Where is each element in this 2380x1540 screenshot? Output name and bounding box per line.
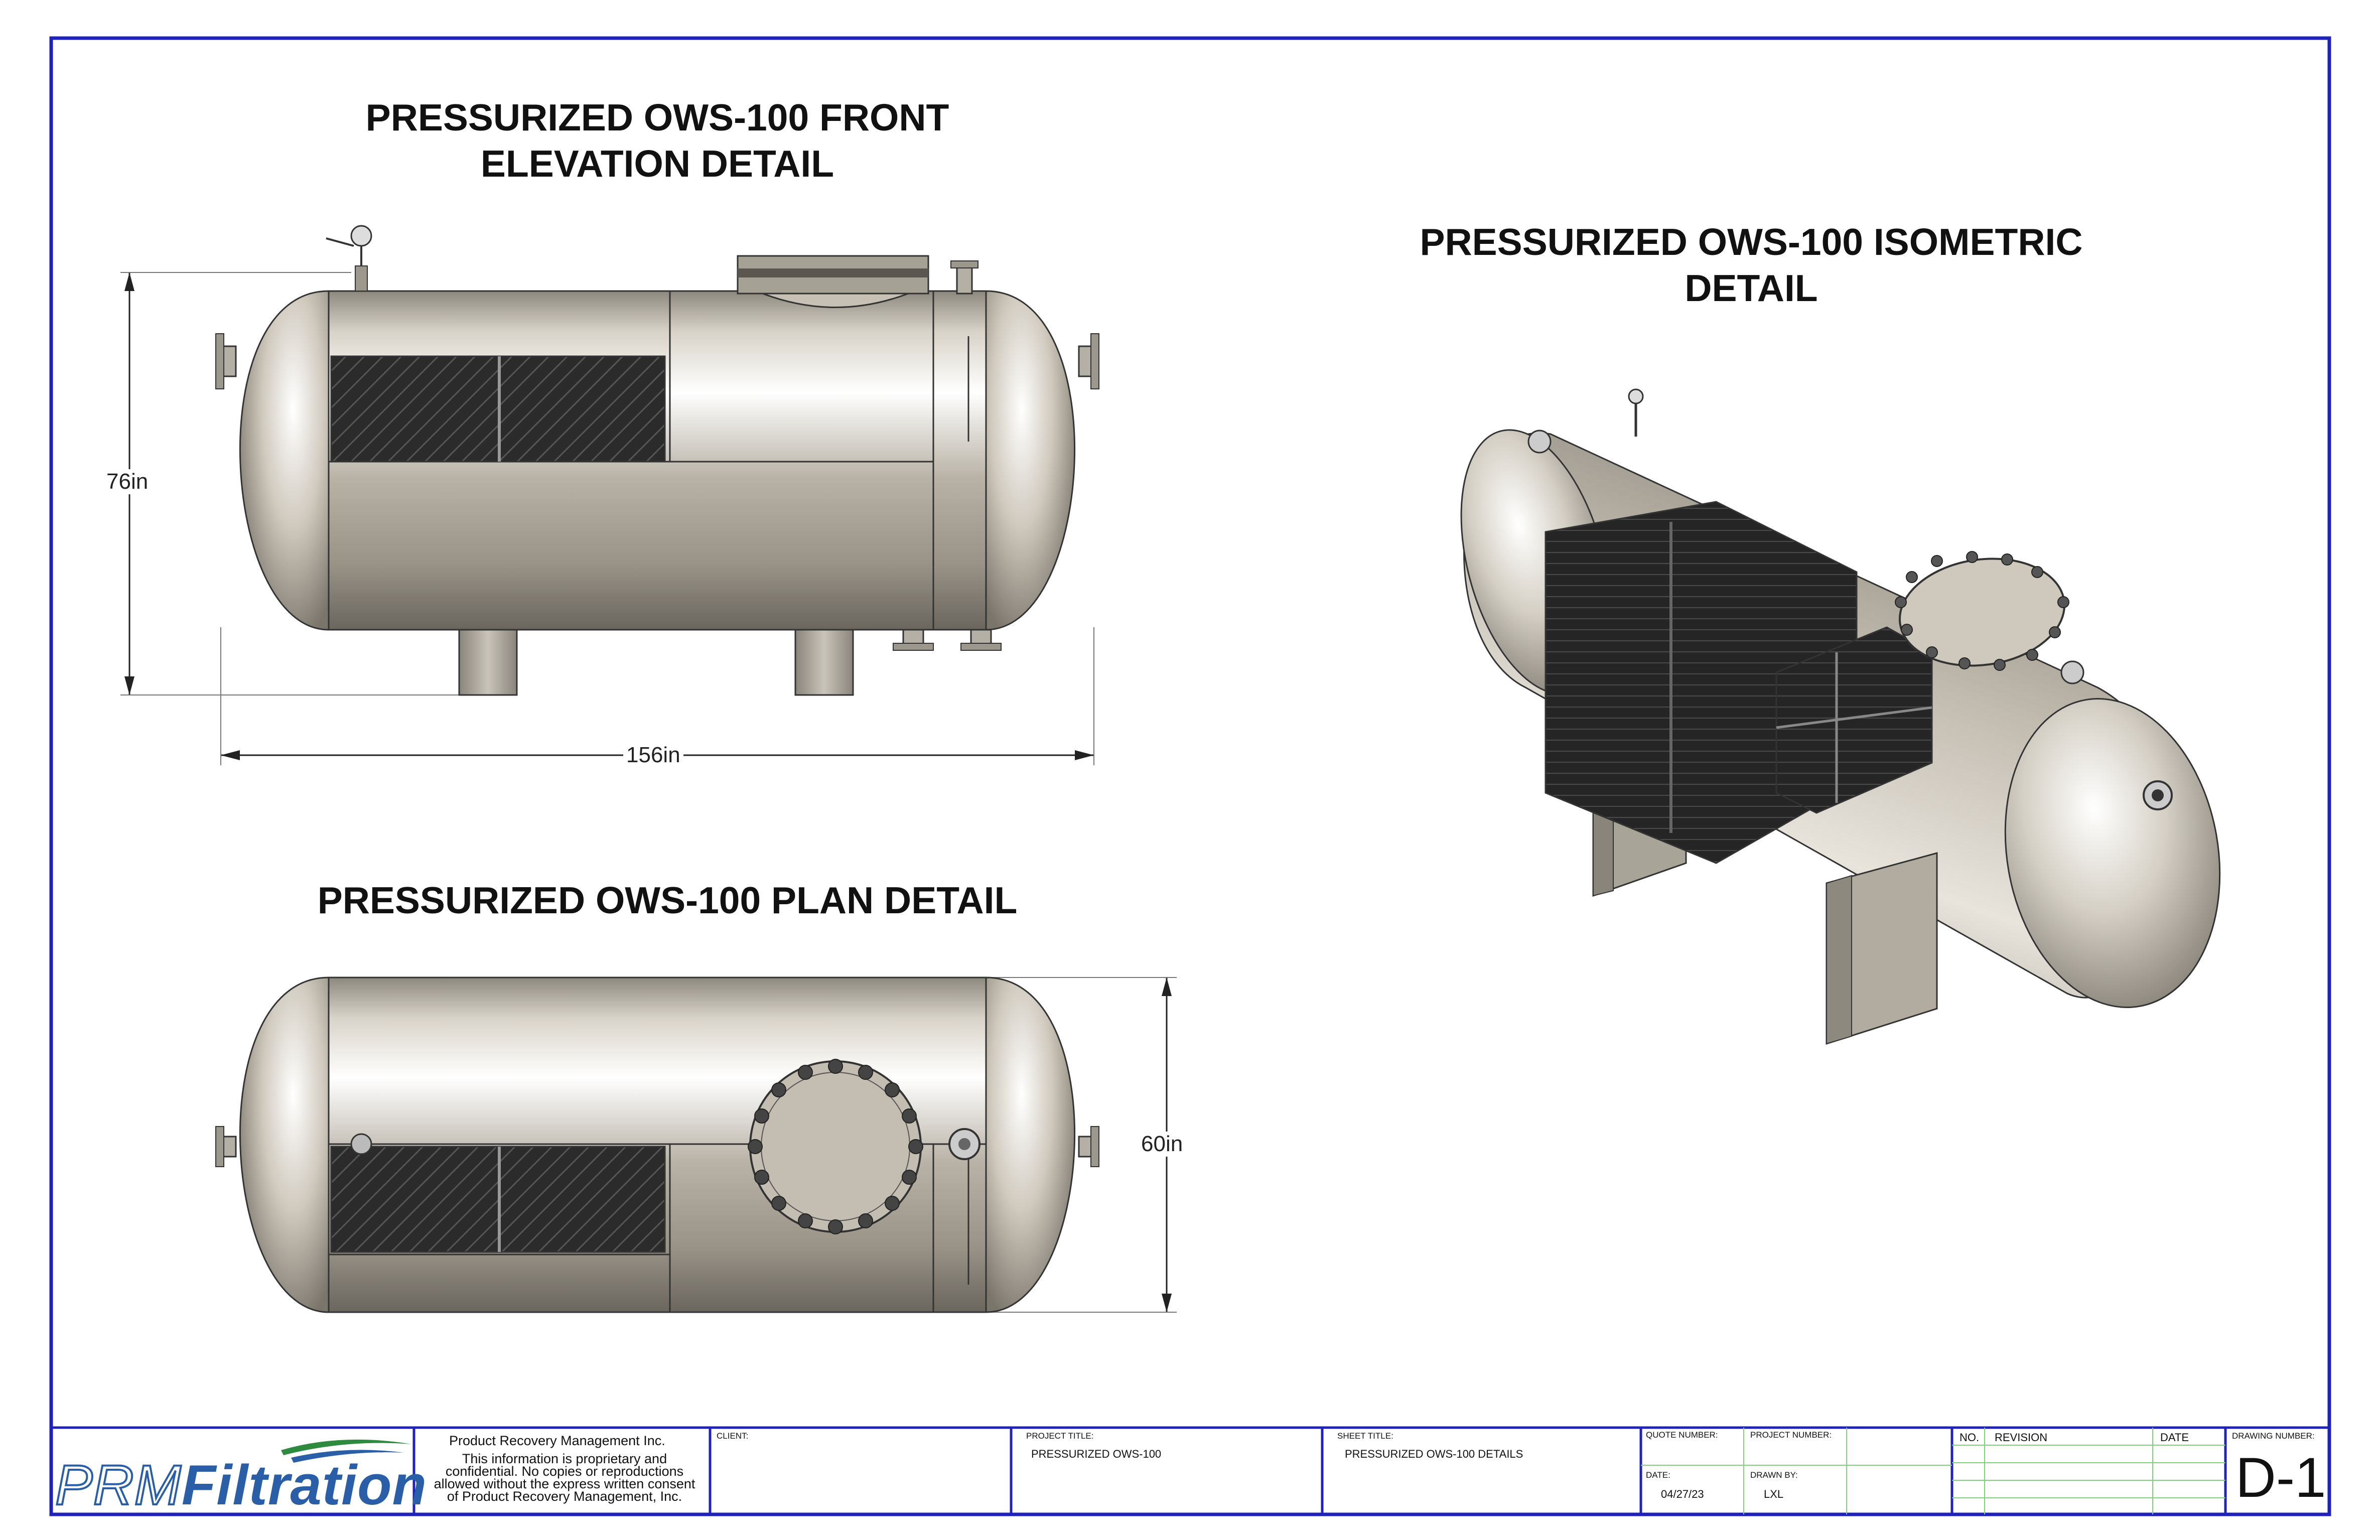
tank-head-left <box>239 290 330 631</box>
proprietary-notice: This information is proprietary and conf… <box>424 1452 705 1504</box>
height-dimension: 76in <box>103 469 152 494</box>
length-dimension: 156in <box>623 743 683 768</box>
company-logo: PRMFiltration <box>54 1453 427 1517</box>
gauge-plan <box>350 1133 372 1155</box>
client-label: CLIENT: <box>717 1431 749 1441</box>
tank-head-right <box>985 290 1076 631</box>
vent-nozzle <box>2060 660 2084 684</box>
project-number-label: PROJECT NUMBER: <box>1750 1430 1832 1440</box>
logo-part-filtration: Filtration <box>181 1454 427 1516</box>
revision-date-header: DATE <box>2160 1431 2189 1444</box>
front-elevation-title: PRESSURIZED OWS-100 FRONT ELEVATION DETA… <box>301 94 1014 187</box>
drain-nozzle <box>970 629 992 646</box>
isometric-title-line2: DETAIL <box>1685 267 1818 309</box>
drawing-number-value: D-1 <box>2235 1446 2326 1509</box>
pressure-gauge <box>355 265 368 292</box>
company-name: Product Recovery Management Inc. <box>449 1433 665 1448</box>
plan-view <box>215 976 1177 1313</box>
isometric-title: PRESSURIZED OWS-100 ISOMETRIC DETAIL <box>1325 219 2178 311</box>
plan-title: PRESSURIZED OWS-100 PLAN DETAIL <box>317 879 1018 921</box>
sheet-title-value: PRESSURIZED OWS-100 DETAILS <box>1345 1448 1523 1460</box>
drawn-by-value: LXL <box>1764 1488 1784 1500</box>
date-label: DATE: <box>1646 1470 1670 1480</box>
front-elevation-view <box>120 225 1099 765</box>
width-dimension: 60in <box>1138 1132 1186 1157</box>
inlet-nozzle <box>1527 430 1552 454</box>
quote-number-label: QUOTE NUMBER: <box>1646 1430 1718 1440</box>
project-title-value: PRESSURIZED OWS-100 <box>1031 1448 1162 1460</box>
drawing-number-label: DRAWING NUMBER: <box>2232 1431 2315 1441</box>
front-elevation-title-line2: ELEVATION DETAIL <box>480 143 834 185</box>
tank-head-right <box>985 976 1076 1313</box>
front-elevation-title-line1: PRESSURIZED OWS-100 FRONT <box>365 96 949 138</box>
project-title-label: PROJECT TITLE: <box>1026 1431 1094 1441</box>
sheet-title-label: SHEET TITLE: <box>1337 1431 1393 1441</box>
drain-nozzle <box>902 629 924 646</box>
revision-header: REVISION <box>1995 1431 2048 1444</box>
logo-part-prm: PRM <box>54 1453 182 1517</box>
date-value: 04/27/23 <box>1661 1488 1704 1500</box>
drawn-by-label: DRAWN BY: <box>1750 1470 1798 1480</box>
isometric-view <box>1460 388 2221 1045</box>
notice-line: of Product Recovery Management, Inc. <box>447 1489 682 1504</box>
isometric-title-line1: PRESSURIZED OWS-100 ISOMETRIC <box>1420 221 2083 263</box>
title-block-inner-grid <box>1641 1428 2225 1514</box>
revision-no-header: NO. <box>1959 1431 1980 1444</box>
tank-head-left <box>239 976 330 1313</box>
